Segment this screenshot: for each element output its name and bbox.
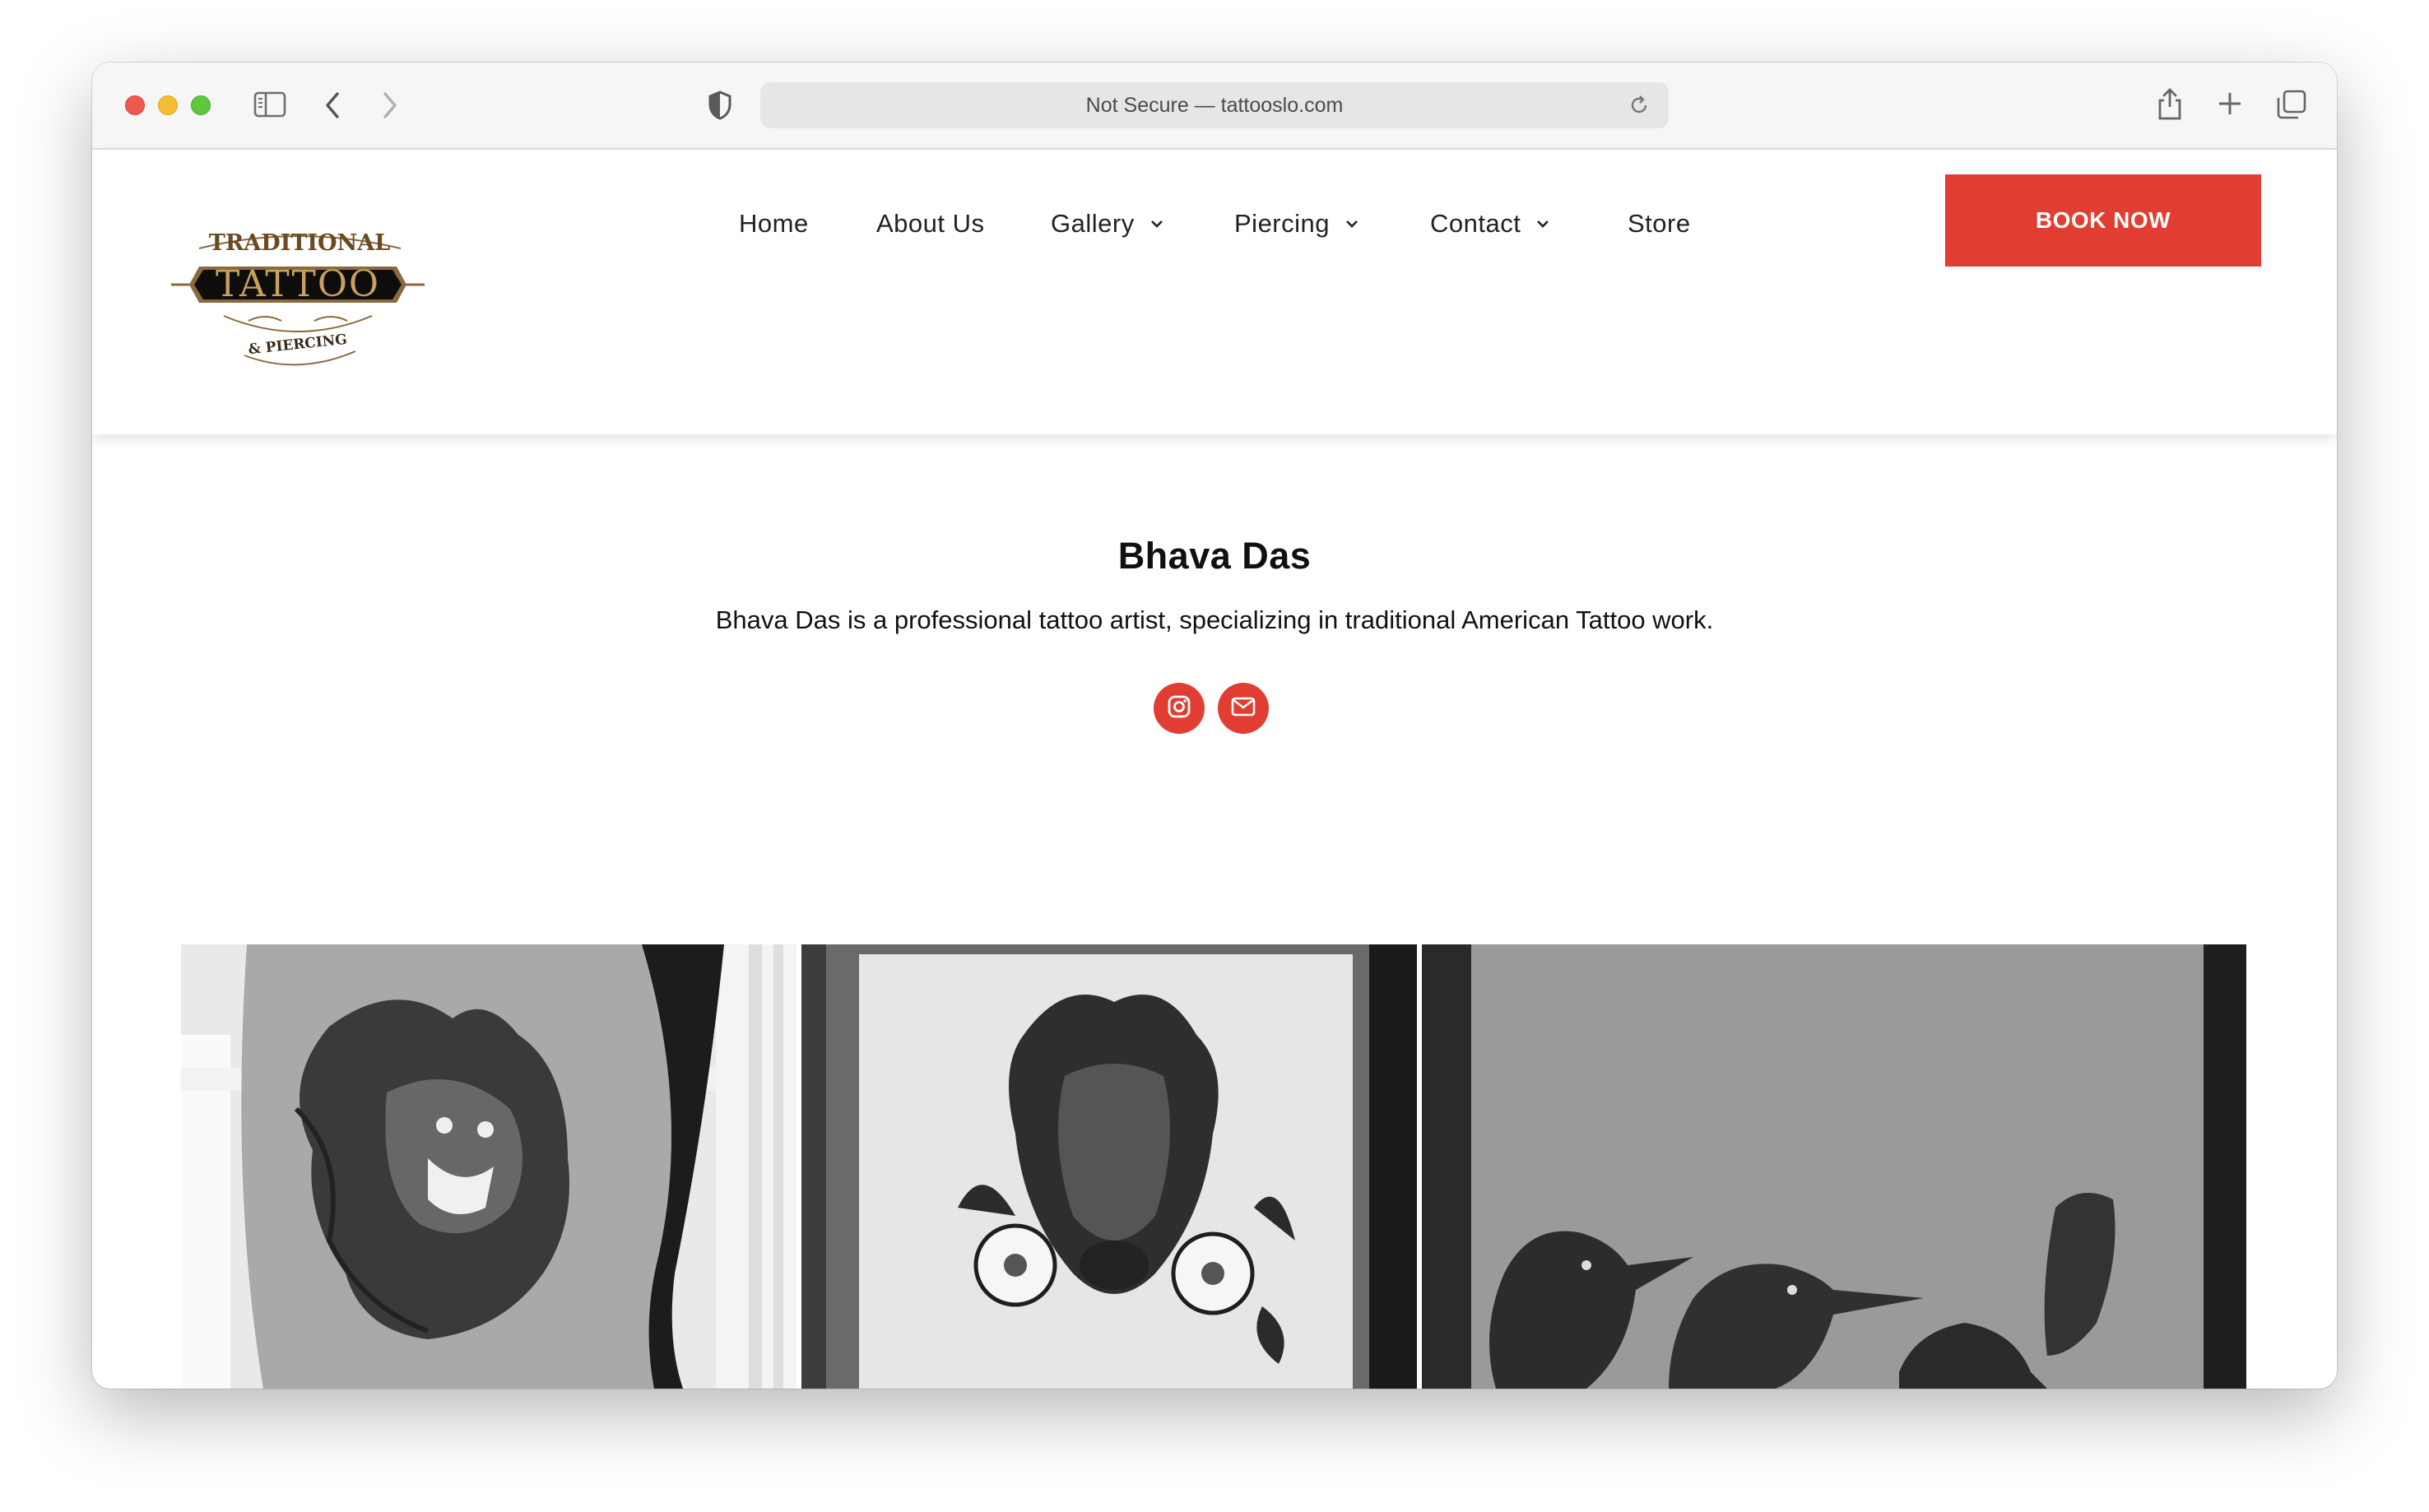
instagram-icon xyxy=(1167,694,1191,722)
artist-bio: Bhava Das is a professional tattoo artis… xyxy=(715,605,1714,634)
email-button[interactable] xyxy=(1218,683,1269,734)
gallery-image-panther[interactable] xyxy=(181,944,797,1389)
share-icon[interactable] xyxy=(2156,86,2184,122)
mail-icon xyxy=(1231,697,1256,720)
tab-overview-icon[interactable] xyxy=(2276,89,2307,120)
gallery-image-bison[interactable] xyxy=(801,944,1417,1389)
nav-store[interactable]: Store xyxy=(1628,199,1691,248)
site-header: TRADITIONAL TATTOO & PIERCING Home About… xyxy=(92,150,2337,434)
browser-toolbar: Not Secure — tattooslo.com xyxy=(92,63,2337,150)
nav-about-us[interactable]: About Us xyxy=(876,199,985,248)
maximize-window-button[interactable] xyxy=(191,95,211,115)
address-bar[interactable]: Not Secure — tattooslo.com xyxy=(760,82,1669,128)
new-tab-plus-icon[interactable] xyxy=(2217,90,2243,117)
instagram-button[interactable] xyxy=(1154,683,1205,734)
forward-arrow-icon[interactable] xyxy=(380,90,400,120)
logo-bottom-text: & PIERCING xyxy=(248,332,348,359)
chevron-down-icon xyxy=(1535,219,1550,229)
sidebar-toggle-icon[interactable] xyxy=(253,90,286,118)
chevron-down-icon xyxy=(1149,219,1164,229)
nav-home[interactable]: Home xyxy=(739,199,809,248)
nav-gallery[interactable]: Gallery xyxy=(1051,199,1164,248)
chevron-down-icon xyxy=(1345,219,1359,229)
nav-contact[interactable]: Contact xyxy=(1430,199,1550,248)
artist-name: Bhava Das xyxy=(1117,535,1312,577)
nav-piercing[interactable]: Piercing xyxy=(1234,199,1359,248)
site-logo[interactable]: TRADITIONAL TATTOO & PIERCING xyxy=(166,224,430,388)
logo-main-text: TATTOO xyxy=(216,263,380,305)
back-arrow-icon[interactable] xyxy=(323,90,342,120)
close-window-button[interactable] xyxy=(125,95,145,115)
reload-icon[interactable] xyxy=(1628,94,1651,123)
privacy-shield-icon[interactable] xyxy=(708,90,732,121)
browser-window: Not Secure — tattooslo.com TRADITIONAL T… xyxy=(92,63,2337,1389)
minimize-window-button[interactable] xyxy=(158,95,178,115)
book-now-button[interactable]: BOOK NOW xyxy=(1945,174,2261,267)
url-text: Not Secure — tattooslo.com xyxy=(1085,93,1344,117)
gallery-image-crows[interactable] xyxy=(1422,944,2246,1389)
